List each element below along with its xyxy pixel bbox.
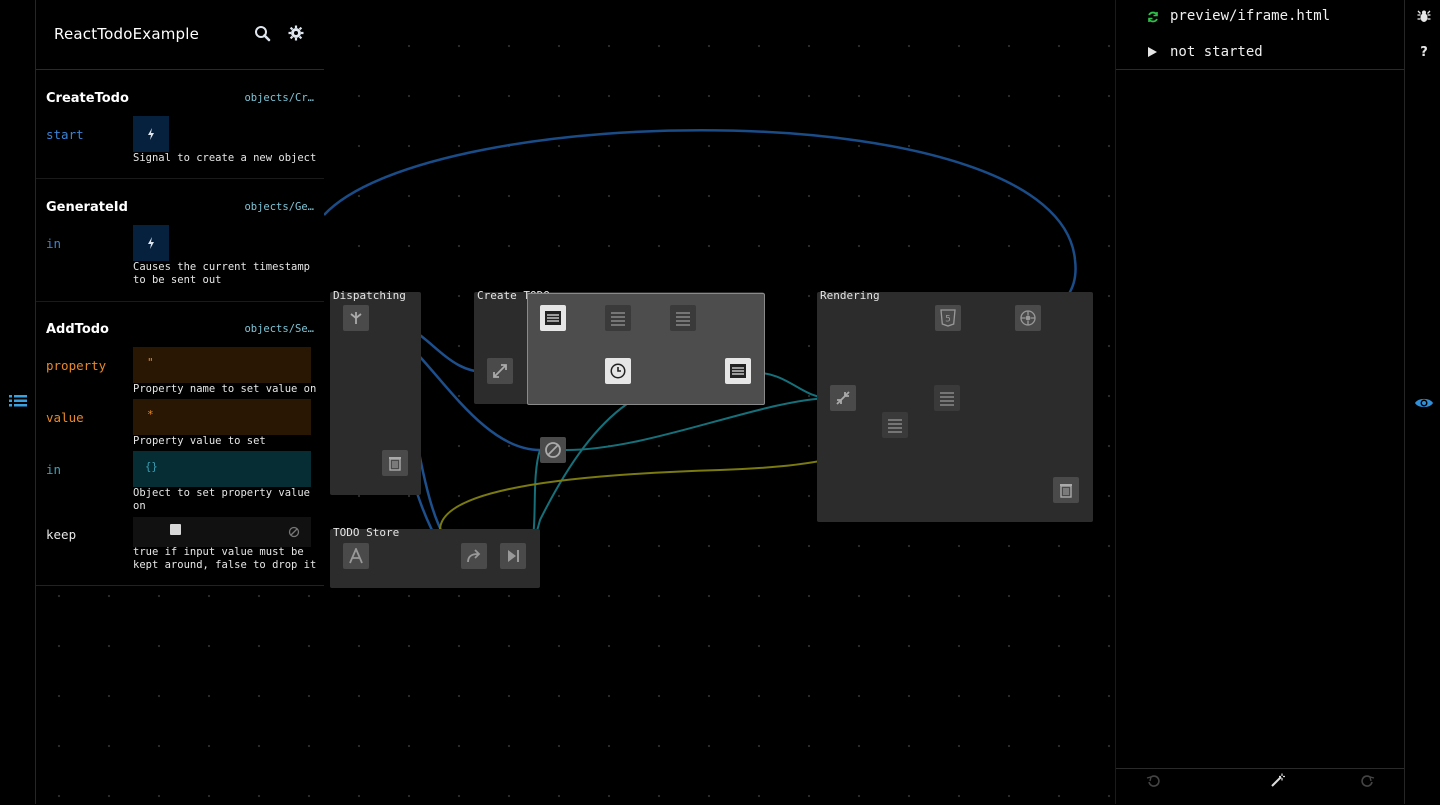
- port-name: value: [46, 410, 84, 425]
- port-name: in: [46, 236, 62, 251]
- inspector-panel: CreateTodo objects/Cr… start Signal to c…: [36, 70, 324, 586]
- react-icon[interactable]: [1015, 305, 1041, 331]
- object-value: {}: [145, 461, 158, 473]
- property-value: ": [147, 356, 154, 369]
- eye-icon[interactable]: [1413, 392, 1435, 414]
- right-rail: ?: [1404, 0, 1440, 804]
- gear-icon[interactable]: [288, 25, 306, 43]
- bug-icon[interactable]: [1413, 5, 1435, 27]
- port-description: Signal to create a new object: [133, 152, 317, 164]
- preview-panel: preview/iframe.html not started: [1115, 0, 1405, 804]
- keep-checkbox[interactable]: [170, 524, 181, 535]
- magic-wand-icon[interactable]: [1271, 773, 1285, 787]
- project-title: ReactTodoExample: [54, 25, 200, 43]
- port-name: keep: [46, 527, 77, 542]
- property-input[interactable]: ": [133, 347, 311, 383]
- forward-icon[interactable]: [461, 543, 487, 569]
- block-icon[interactable]: [288, 526, 300, 538]
- object-input[interactable]: {}: [133, 451, 311, 487]
- component-generateid: GenerateId objects/Ge… in Causes the cur…: [36, 179, 324, 302]
- component-path-link[interactable]: objects/Ge…: [244, 201, 314, 213]
- help-icon[interactable]: ?: [1413, 41, 1435, 63]
- list-node-icon[interactable]: [882, 412, 908, 438]
- bang-button[interactable]: [133, 116, 169, 152]
- history-toolbar: [1116, 768, 1405, 805]
- project-header: ReactTodoExample: [36, 0, 324, 70]
- compress-icon[interactable]: [830, 385, 856, 411]
- list-node-icon[interactable]: [670, 305, 696, 331]
- list-node-icon[interactable]: [725, 358, 751, 384]
- component-path-link[interactable]: objects/Cr…: [244, 92, 314, 104]
- component-name: CreateTodo: [46, 91, 129, 106]
- svg-text:5: 5: [945, 315, 951, 325]
- value-input[interactable]: *: [133, 399, 311, 435]
- port-name: start: [46, 127, 84, 142]
- trash-icon[interactable]: [382, 450, 408, 476]
- list-node-icon[interactable]: [605, 305, 631, 331]
- lightning-icon: [148, 237, 154, 249]
- block-icon[interactable]: [540, 437, 566, 463]
- redo-icon[interactable]: [1361, 774, 1375, 788]
- group-label: Rendering: [820, 289, 880, 302]
- edge: [565, 397, 831, 451]
- value-value: *: [147, 408, 154, 421]
- port-description: Property value to set: [133, 435, 266, 447]
- list-node-icon[interactable]: [934, 385, 960, 411]
- bang-button[interactable]: [133, 225, 169, 261]
- keep-toggle-row: [133, 517, 311, 547]
- edge: [323, 129, 1077, 319]
- lightning-icon: [148, 128, 154, 140]
- port-name: in: [46, 462, 62, 477]
- clock-icon[interactable]: [605, 358, 631, 384]
- expand-icon[interactable]: [487, 358, 513, 384]
- list-node-icon[interactable]: [540, 305, 566, 331]
- trash-icon[interactable]: [1053, 477, 1079, 503]
- port-description: true if input value must be kept around,…: [133, 546, 317, 571]
- search-icon[interactable]: [254, 25, 272, 43]
- component-addtodo: AddTodo objects/Se… property " Property …: [36, 302, 324, 584]
- undo-icon[interactable]: [1146, 774, 1160, 788]
- dispatch-node-icon[interactable]: [343, 305, 369, 331]
- play-icon[interactable]: [1148, 47, 1157, 57]
- port-description: Object to set property value on: [133, 487, 311, 512]
- port-name: property: [46, 358, 107, 373]
- html5-icon[interactable]: 5: [935, 305, 961, 331]
- runtime-status: not started: [1170, 44, 1263, 60]
- preview-header: preview/iframe.html not started: [1116, 0, 1405, 70]
- port-description: Causes the current timestamp to be sent …: [133, 261, 311, 286]
- refresh-icon[interactable]: [1147, 11, 1159, 23]
- port-description: Property name to set value on: [133, 383, 317, 395]
- step-forward-icon[interactable]: [500, 543, 526, 569]
- group-label: Dispatching: [333, 289, 406, 302]
- component-createtodo: CreateTodo objects/Cr… start Signal to c…: [36, 70, 324, 179]
- font-icon[interactable]: [343, 543, 369, 569]
- component-path-link[interactable]: objects/Se…: [244, 323, 314, 335]
- component-name: GenerateId: [46, 200, 128, 215]
- preview-file-link[interactable]: preview/iframe.html: [1170, 8, 1330, 24]
- group-label: TODO Store: [333, 526, 400, 539]
- component-name: AddTodo: [46, 322, 109, 337]
